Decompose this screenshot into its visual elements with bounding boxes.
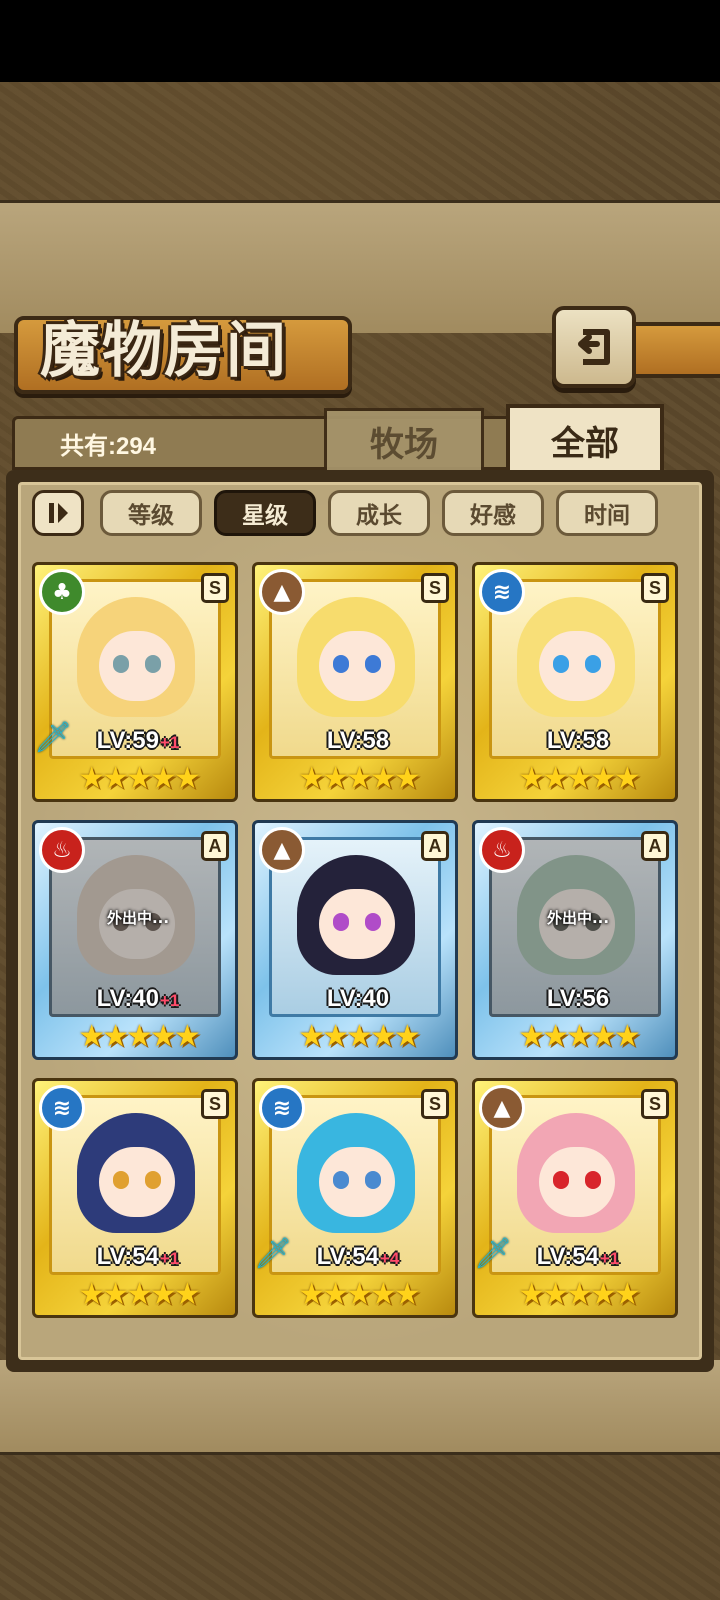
level-bonus: +1 [159,733,180,752]
level-value: LV:58 [326,727,390,754]
monster-level: LV:54+4 [255,1243,455,1271]
level-value: LV:59 [96,727,159,754]
back-button[interactable] [552,306,636,388]
monster-card[interactable]: ▲ S LV:58 ★★★★★ [252,562,458,802]
filter-growth[interactable]: 成长 [328,490,430,536]
monster-level: LV:59+1 [35,727,235,755]
rank-badge: S [421,573,449,603]
monster-card[interactable]: ♨ A 外出中... LV:40+1 ★★★★★ [32,820,238,1060]
monster-level: LV:58 [475,727,675,755]
monster-card[interactable]: ≋ S LV:58 ★★★★★ [472,562,678,802]
rank-badge: S [201,1089,229,1119]
star-rating: ★★★★★ [78,1019,200,1054]
monster-level: LV:58 [255,727,455,755]
footer-band [0,1360,720,1455]
filter-stars[interactable]: 星级 [214,490,316,536]
rank-badge: S [641,573,669,603]
level-value: LV:40 [96,985,159,1012]
page-title: 魔物房间 [40,316,288,386]
level-bonus: +1 [159,1249,180,1268]
star-rating: ★★★★★ [518,1277,640,1312]
fire-icon: ♨ [479,827,525,873]
return-arrow-icon [578,329,610,365]
monster-level: LV:54+1 [35,1243,235,1271]
monster-level: LV:56 [475,985,675,1013]
monster-card[interactable]: ♨ A 外出中... LV:56 ★★★★★ [472,820,678,1060]
star-rating: ★★★★★ [518,1019,640,1054]
rank-badge: A [641,831,669,861]
star-rating: ★★★★★ [298,761,420,796]
level-value: LV:58 [546,727,610,754]
monster-card[interactable]: ♣ S 🗡 LV:59+1 ★★★★★ [32,562,238,802]
filter-time[interactable]: 时间 [556,490,658,536]
monster-level: LV:54+1 [475,1243,675,1271]
sort-order-icon [49,503,68,523]
rank-badge: S [641,1089,669,1119]
star-rating: ★★★★★ [298,1019,420,1054]
rank-badge: A [201,831,229,861]
monster-card[interactable]: ≋ S LV:54+1 ★★★★★ [32,1078,238,1318]
water-icon: ≋ [259,1085,305,1131]
back-bar [636,322,720,378]
level-value: LV:54 [316,1243,379,1270]
star-rating: ★★★★★ [298,1277,420,1312]
filter-affection[interactable]: 好感 [442,490,544,536]
monster-level: LV:40+1 [35,985,235,1013]
monster-card[interactable]: ≋ S 🗡 LV:54+4 ★★★★★ [252,1078,458,1318]
earth-icon: ▲ [259,569,305,615]
rank-badge: A [421,831,449,861]
rank-badge: S [201,573,229,603]
level-value: LV:56 [546,985,610,1012]
water-icon: ≋ [479,569,525,615]
tab-all[interactable]: 全部 [506,404,664,476]
tab-ranch[interactable]: 牧场 [324,408,484,474]
monster-count: 共有:294 [60,433,157,460]
earth-icon: ▲ [479,1085,525,1131]
level-bonus: +1 [599,1249,620,1268]
rank-badge: S [421,1089,449,1119]
star-rating: ★★★★★ [78,761,200,796]
level-value: LV:40 [326,985,390,1012]
star-rating: ★★★★★ [78,1277,200,1312]
filter-level[interactable]: 等级 [100,490,202,536]
level-value: LV:54 [96,1243,159,1270]
sort-order-toggle[interactable] [32,490,84,536]
level-bonus: +1 [159,991,180,1010]
nature-icon: ♣ [39,569,85,615]
monster-card[interactable]: ▲ A LV:40 ★★★★★ [252,820,458,1060]
water-icon: ≋ [39,1085,85,1131]
monster-level: LV:40 [255,985,455,1013]
away-status: 外出中... [106,909,170,927]
star-rating: ★★★★★ [518,761,640,796]
level-bonus: +4 [379,1249,400,1268]
fire-icon: ♨ [39,827,85,873]
away-status: 外出中... [546,909,610,927]
monster-card[interactable]: ▲ S 🗡 LV:54+1 ★★★★★ [472,1078,678,1318]
earth-icon: ▲ [259,827,305,873]
level-value: LV:54 [536,1243,599,1270]
